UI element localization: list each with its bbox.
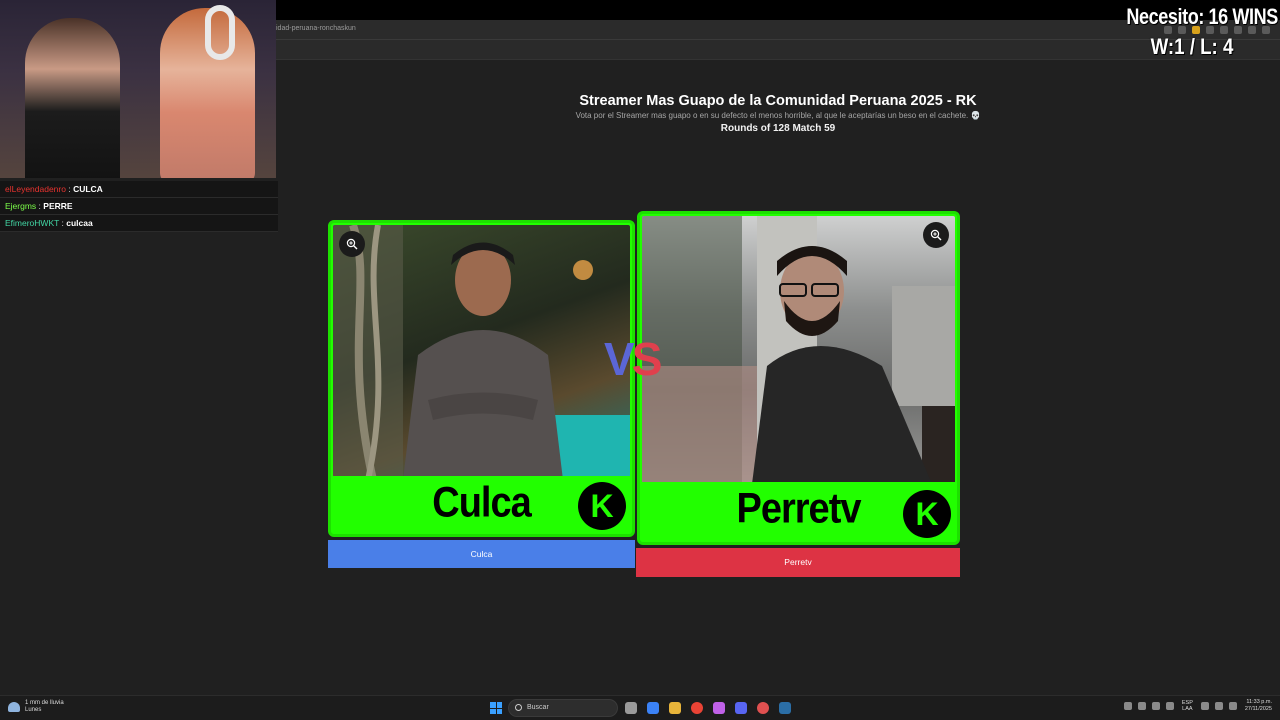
page-title: Streamer Mas Guapo de la Comunidad Perua… <box>579 93 977 109</box>
chat-text: culcaa <box>66 218 93 228</box>
stream-stats-overlay: Necesito: 16 WINS W:1 / L: 4 <box>1112 4 1278 60</box>
app-icon[interactable] <box>757 702 769 714</box>
chat-username: elLeyendadenro <box>5 184 66 194</box>
contestant-photo-right <box>642 216 955 484</box>
windows-start-icon[interactable] <box>490 702 502 714</box>
versus-v: V <box>604 333 635 385</box>
contestant-name-bar-left: Culca K <box>331 476 632 534</box>
taskbar-apps <box>625 702 791 714</box>
system-tray: ESP LAA 11:33 p.m. 27/11/2025 <box>1123 699 1272 712</box>
contestant-photo-left <box>333 225 630 480</box>
chat-username: EfimeroHWKT <box>5 218 60 228</box>
win-loss-record: W:1 / L: 4 <box>1150 34 1234 59</box>
kick-logo-icon: K <box>578 482 626 530</box>
kick-logo-icon: K <box>903 490 951 538</box>
contestant-card-right[interactable]: Perretv K <box>637 211 960 545</box>
steam-icon[interactable] <box>779 702 791 714</box>
lang-layout: LAA <box>1182 705 1193 712</box>
versus-s: S <box>631 333 663 385</box>
clock-time: 11:33 p.m. <box>1246 699 1272 705</box>
app-icon[interactable] <box>713 702 725 714</box>
voting-page: Streamer Mas Guapo de la Comunidad Perua… <box>276 60 1280 695</box>
sync-icon[interactable] <box>1137 701 1146 710</box>
chat-overlay: elLeyendadenro : CULCA Ejergms : PERRE E… <box>0 181 278 232</box>
zoom-button-right[interactable] <box>923 222 949 248</box>
clock-date: 27/11/2025 <box>1244 705 1272 712</box>
chevron-up-icon[interactable] <box>1123 701 1132 710</box>
chrome-icon[interactable] <box>691 702 703 714</box>
task-view-icon[interactable] <box>625 702 637 714</box>
rain-cloud-icon <box>8 702 20 712</box>
battery-icon[interactable] <box>1228 701 1237 710</box>
volume-icon[interactable] <box>1214 701 1223 710</box>
weather-day: Lunes <box>25 707 42 713</box>
taskbar-search[interactable]: Buscar <box>508 699 618 717</box>
chat-username: Ejergms <box>5 201 37 211</box>
round-info: Rounds of 128 Match 59 <box>720 123 836 134</box>
contestant-photo-right-art <box>642 216 955 484</box>
search-placeholder: Buscar <box>527 704 549 711</box>
weather-text: 1 mm de lluvia <box>25 700 64 706</box>
chat-message: Ejergms : PERRE <box>0 198 278 215</box>
chat-message: EfimeroHWKT : culcaa <box>0 215 278 232</box>
zoom-button-left[interactable] <box>339 231 365 257</box>
webcam-person-left <box>25 18 120 178</box>
headset-icon <box>205 5 235 60</box>
lang-code: ESP <box>1181 699 1193 706</box>
weather-widget[interactable]: 1 mm de lluvia Lunes <box>8 700 64 714</box>
taskbar-clock[interactable]: 11:33 p.m. 27/11/2025 <box>1245 699 1272 712</box>
vote-button-right[interactable]: Perretv <box>636 548 960 577</box>
microphone-icon[interactable] <box>1165 701 1174 710</box>
chat-text: CULCA <box>73 184 103 194</box>
url-text[interactable]: idad-peruana-ronchaskun <box>276 25 356 32</box>
versus-label: VS <box>604 332 663 386</box>
wins-needed: Necesito: 16 WINS <box>1126 4 1278 29</box>
contestant-name-bar-right: Perretv K <box>640 482 957 542</box>
chat-message: elLeyendadenro : CULCA <box>0 181 278 198</box>
network-icon[interactable] <box>1151 701 1160 710</box>
vote-button-left[interactable]: Culca <box>328 540 635 568</box>
chat-text: PERRE <box>43 201 73 211</box>
discord-icon[interactable] <box>735 702 747 714</box>
contestant-photo-left-art <box>333 225 630 480</box>
page-subtitle: Vota por el Streamer mas guapo o en su d… <box>575 111 981 120</box>
zoom-in-icon <box>930 229 942 241</box>
streamer-webcam <box>0 0 276 178</box>
contestant-card-left[interactable]: Culca K <box>328 220 635 537</box>
language-indicator[interactable]: ESP LAA <box>1182 700 1193 712</box>
zoom-in-icon <box>346 238 358 250</box>
display-icon[interactable] <box>1200 701 1209 710</box>
copilot-icon[interactable] <box>647 702 659 714</box>
search-icon <box>515 704 522 711</box>
file-explorer-icon[interactable] <box>669 702 681 714</box>
windows-taskbar: 1 mm de lluvia Lunes Buscar ESP LAA 11:3… <box>0 695 1280 720</box>
